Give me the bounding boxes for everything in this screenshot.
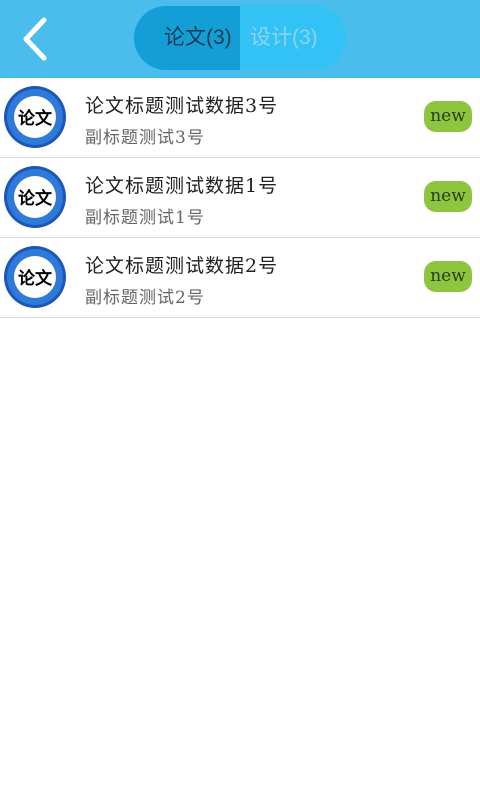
paper-badge-icon: 论文 bbox=[3, 85, 67, 149]
item-title: 论文标题测试数据1号 bbox=[85, 175, 279, 197]
top-bar: 论文(3) 设计(3) bbox=[0, 0, 480, 78]
tab-switcher: 论文(3) 设计(3) bbox=[134, 6, 346, 70]
list-item[interactable]: 论文 论文标题测试数据1号 副标题测试1号 new bbox=[0, 158, 480, 238]
list-item[interactable]: 论文 论文标题测试数据3号 副标题测试3号 new bbox=[0, 78, 480, 158]
paper-list: 论文 论文标题测试数据3号 副标题测试3号 new 论文 论文标题测试数据1号 … bbox=[0, 78, 480, 318]
back-button[interactable] bbox=[14, 12, 58, 66]
item-subtitle: 副标题测试3号 bbox=[85, 128, 205, 148]
paper-badge-icon: 论文 bbox=[3, 245, 67, 309]
item-subtitle: 副标题测试2号 bbox=[85, 288, 205, 308]
new-badge: new bbox=[424, 181, 472, 212]
tab-designs[interactable]: 设计(3) bbox=[240, 6, 346, 70]
tab-papers[interactable]: 论文(3) bbox=[134, 6, 240, 70]
item-title: 论文标题测试数据3号 bbox=[85, 95, 279, 117]
new-badge: new bbox=[424, 101, 472, 132]
list-item[interactable]: 论文 论文标题测试数据2号 副标题测试2号 new bbox=[0, 238, 480, 318]
chevron-left-icon bbox=[23, 17, 47, 61]
paper-badge-icon: 论文 bbox=[3, 165, 67, 229]
badge-text: 论文 bbox=[18, 268, 53, 289]
badge-text: 论文 bbox=[18, 188, 53, 209]
item-subtitle: 副标题测试1号 bbox=[85, 208, 205, 228]
item-title: 论文标题测试数据2号 bbox=[85, 255, 279, 277]
badge-text: 论文 bbox=[18, 108, 53, 129]
new-badge: new bbox=[424, 261, 472, 292]
